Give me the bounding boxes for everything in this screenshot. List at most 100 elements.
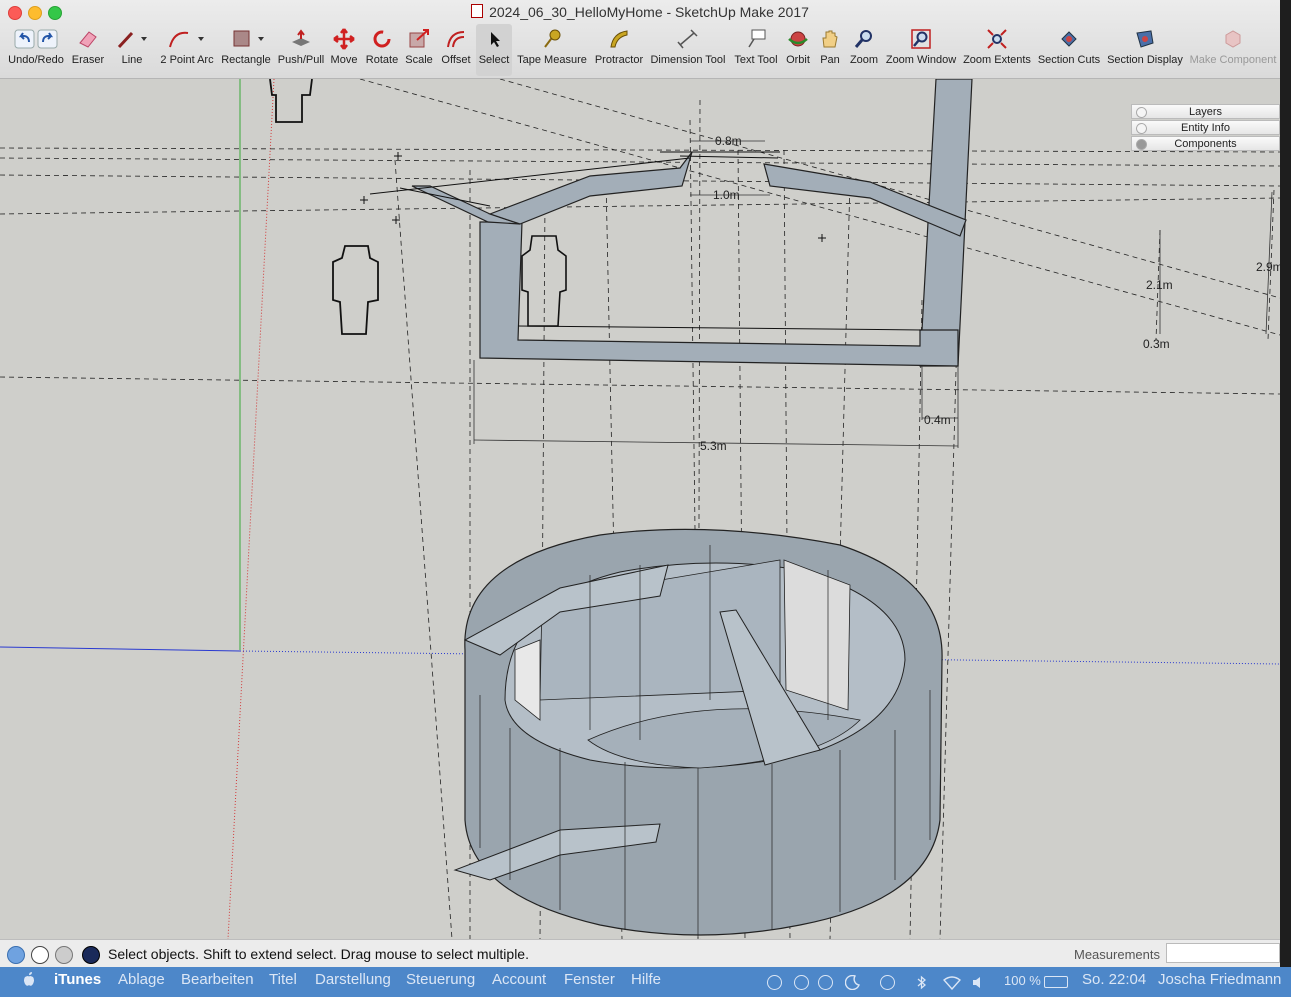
tool-zoom-extents[interactable]: Zoom Extents <box>960 24 1034 76</box>
d-app-icon[interactable] <box>818 975 833 990</box>
rotate-icon <box>370 24 394 54</box>
tray-components[interactable]: Components <box>1131 136 1280 151</box>
tool-move[interactable]: Move <box>328 24 360 76</box>
blue-axis <box>0 646 241 652</box>
tool-pan[interactable]: Pan <box>816 24 844 76</box>
dimension-label: 0.3m <box>1143 337 1170 351</box>
status-notification-icon[interactable] <box>767 975 782 990</box>
document-icon <box>471 4 484 18</box>
apple-menu-icon[interactable] <box>22 971 36 991</box>
menu-account[interactable]: Account <box>492 971 546 988</box>
menu-bearbeiten[interactable]: Bearbeiten <box>181 971 254 988</box>
tool-label: Rectangle <box>221 54 271 66</box>
tool-label: Zoom Extents <box>963 54 1031 66</box>
tool-label: Zoom <box>849 54 879 66</box>
tray-toggle-icon <box>1136 107 1147 118</box>
menu-fenster[interactable]: Fenster <box>564 971 615 988</box>
sync-icon[interactable] <box>794 975 809 990</box>
menubar-clock[interactable]: So. 22:04 <box>1082 971 1146 988</box>
orbit-icon <box>786 24 810 54</box>
scale-figure-top <box>269 79 313 123</box>
dimension-label: 2.1m <box>1146 278 1173 292</box>
offset-icon <box>444 24 468 54</box>
zoom-extents-icon <box>985 24 1009 54</box>
tool-select[interactable]: Select <box>476 24 512 76</box>
moon-icon[interactable] <box>844 974 860 991</box>
toolbar: Undo/Redo Eraser Line 2 Point Arc Rectan… <box>0 24 1280 76</box>
tray-entity-info[interactable]: Entity Info <box>1131 120 1280 135</box>
tool-zoom-window[interactable]: Zoom Window <box>884 24 958 76</box>
menu-ablage[interactable]: Ablage <box>118 971 165 988</box>
battery-icon[interactable] <box>1044 976 1068 988</box>
menu-steuerung[interactable]: Steuerung <box>406 971 475 988</box>
status-hint: Select objects. Shift to extend select. … <box>108 946 529 962</box>
tool-label: Text Tool <box>734 54 778 66</box>
time-machine-icon[interactable] <box>880 975 895 990</box>
pan-hand-icon <box>818 24 842 54</box>
tool-eraser[interactable]: Eraser <box>70 24 106 76</box>
zoom-window-icon <box>909 24 933 54</box>
tool-make-component[interactable]: Make Component <box>1188 24 1278 76</box>
tool-label: Select <box>478 54 510 66</box>
section-display-icon <box>1133 24 1157 54</box>
user-account-icon[interactable] <box>55 946 73 964</box>
help-icon[interactable] <box>82 946 100 964</box>
tool-label: Move <box>330 54 358 66</box>
text-tool-icon <box>744 24 768 54</box>
window-title: 2024_06_30_HelloMyHome - SketchUp Make 2… <box>0 4 1280 20</box>
tool-label: Section Cuts <box>1037 54 1101 66</box>
tool-section-display[interactable]: Section Display <box>1104 24 1186 76</box>
menu-app-name[interactable]: iTunes <box>54 971 101 988</box>
menu-titel[interactable]: Titel <box>269 971 297 988</box>
menu-darstellung[interactable]: Darstellung <box>315 971 391 988</box>
dimension-label: 0.8m <box>715 134 742 148</box>
tool-push-pull[interactable]: Push/Pull <box>278 24 324 76</box>
tray-layers[interactable]: Layers <box>1131 104 1280 119</box>
rectangle-icon <box>224 24 268 54</box>
dimension-label: 5.3m <box>700 439 727 453</box>
dimension-label: 2.9m <box>1256 260 1280 274</box>
wifi-icon[interactable] <box>942 975 962 991</box>
tool-orbit[interactable]: Orbit <box>782 24 814 76</box>
tool-rotate[interactable]: Rotate <box>362 24 402 76</box>
geo-location-icon[interactable] <box>7 946 25 964</box>
menu-hilfe[interactable]: Hilfe <box>631 971 661 988</box>
tool-dimension[interactable]: Dimension Tool <box>650 24 726 76</box>
tool-section-cuts[interactable]: Section Cuts <box>1036 24 1102 76</box>
tray-label: Layers <box>1188 106 1223 118</box>
tool-label: Zoom Window <box>885 54 957 66</box>
measurements-input[interactable] <box>1166 943 1280 963</box>
tool-text[interactable]: Text Tool <box>730 24 782 76</box>
red-axis <box>227 79 275 939</box>
bluetooth-icon[interactable] <box>914 975 929 990</box>
tool-label: Tape Measure <box>517 54 587 66</box>
tool-2-point-arc[interactable]: 2 Point Arc <box>158 24 216 76</box>
tool-label: Make Component <box>1189 54 1277 66</box>
zoom-icon <box>852 24 876 54</box>
tool-label: Push/Pull <box>277 54 325 66</box>
tool-label: Line <box>121 54 143 66</box>
tool-label: Pan <box>820 54 840 66</box>
line-pencil-icon <box>114 24 150 54</box>
dimension-label: 0.4m <box>924 413 951 427</box>
tool-undo-redo[interactable]: Undo/Redo <box>6 24 66 76</box>
menubar-user[interactable]: Joscha Friedmann <box>1158 971 1281 988</box>
model-canvas: 0.8m 1.0m 2.1m 2.9m 0.3m 0.4m 5.3m <box>0 79 1280 939</box>
status-bar: Select objects. Shift to extend select. … <box>0 939 1280 967</box>
tool-scale[interactable]: Scale <box>403 24 435 76</box>
tool-rectangle[interactable]: Rectangle <box>220 24 272 76</box>
tool-tape-measure[interactable]: Tape Measure <box>516 24 588 76</box>
tool-zoom[interactable]: Zoom <box>846 24 882 76</box>
move-icon <box>332 24 356 54</box>
volume-icon[interactable] <box>972 975 987 990</box>
guide-points <box>360 152 826 242</box>
scale-icon <box>407 24 431 54</box>
dimension-label: 1.0m <box>713 188 740 202</box>
tool-line[interactable]: Line <box>112 24 152 76</box>
tool-offset[interactable]: Offset <box>438 24 474 76</box>
tool-protractor[interactable]: Protractor <box>592 24 646 76</box>
drawing-viewport[interactable]: 0.8m 1.0m 2.1m 2.9m 0.3m 0.4m 5.3m Layer… <box>0 79 1280 939</box>
credits-info-icon[interactable] <box>31 946 49 964</box>
tray-toggle-icon <box>1136 123 1147 134</box>
eraser-icon <box>76 24 100 54</box>
